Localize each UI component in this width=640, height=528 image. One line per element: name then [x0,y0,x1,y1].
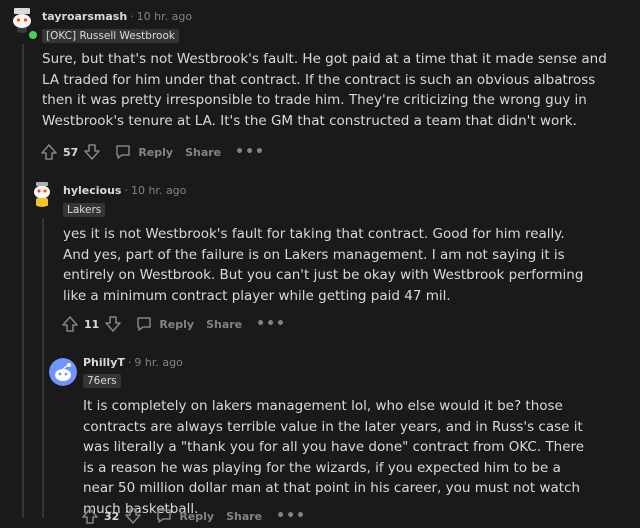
online-status-dot [27,29,39,41]
comment-body: It is completely on lakers management lo… [83,396,593,519]
more-options-button[interactable]: ••• [276,508,306,524]
comment-text: yes it is not Westbrook's fault for taki… [63,226,584,304]
separator-dot: · [127,356,132,369]
vote-count: 11 [84,317,100,331]
username[interactable]: hylecious [63,184,121,197]
reply-label: Reply [159,317,195,331]
comment-meta: hylecious · 10 hr. ago [63,184,186,197]
comment-body: yes it is not Westbrook's fault for taki… [63,224,588,306]
upvote-icon[interactable] [60,314,80,334]
comment-bubble-icon [137,317,152,331]
comment-body: Sure, but that's not Westbrook's fault. … [42,49,612,131]
downvote-icon[interactable] [103,314,123,334]
user-flair: [OKC] Russell Westbrook [42,29,179,43]
comment-bubble-icon [157,509,172,523]
upvote-icon[interactable] [80,506,100,526]
comment-meta: PhillyT · 9 hr. ago [83,356,183,369]
timestamp[interactable]: 10 hr. ago [131,184,186,197]
more-options-button[interactable]: ••• [256,316,286,332]
snoo-avatar-icon [49,358,77,386]
vote-count: 57 [63,145,79,159]
share-button[interactable]: Share [226,510,262,523]
comment: PhillyT · 9 hr. ago 76ers It is completely… [0,346,640,524]
comment-actions: 32 Reply Share ••• [80,504,306,528]
comment-actions: 11 Reply Share ••• [60,312,286,336]
timestamp[interactable]: 10 hr. ago [137,10,192,23]
reply-button[interactable]: Reply [155,507,214,525]
comment-text: It is completely on lakers management lo… [83,398,585,517]
timestamp[interactable]: 9 hr. ago [134,356,182,369]
share-button[interactable]: Share [206,318,242,331]
comment-meta: tayroarsmash · 10 hr. ago [42,10,192,23]
user-flair: 76ers [83,374,121,388]
comment: hylecious · 10 hr. ago Lakers yes it is no… [0,174,640,344]
reply-button[interactable]: Reply [135,315,194,333]
reply-button[interactable]: Reply [114,143,173,161]
downvote-icon[interactable] [82,142,102,162]
comment: tayroarsmash · 10 hr. ago [OKC] Russell We… [0,0,640,170]
avatar[interactable] [49,358,77,386]
vote-count: 32 [104,509,120,523]
reply-label: Reply [138,145,174,159]
comment-bubble-icon [116,145,131,159]
separator-dot: · [124,184,128,197]
upvote-icon[interactable] [39,142,59,162]
username[interactable]: PhillyT [83,356,125,369]
username[interactable]: tayroarsmash [42,10,127,23]
reply-label: Reply [179,509,215,523]
avatar[interactable] [28,179,56,207]
separator-dot: · [130,10,134,23]
snoo-avatar-icon [28,179,56,207]
downvote-icon[interactable] [123,506,143,526]
user-flair: Lakers [63,203,106,217]
comment-text: Sure, but that's not Westbrook's fault. … [42,51,607,129]
comment-actions: 57 Reply Share ••• [39,140,265,164]
more-options-button[interactable]: ••• [235,144,265,160]
share-button[interactable]: Share [185,146,221,159]
